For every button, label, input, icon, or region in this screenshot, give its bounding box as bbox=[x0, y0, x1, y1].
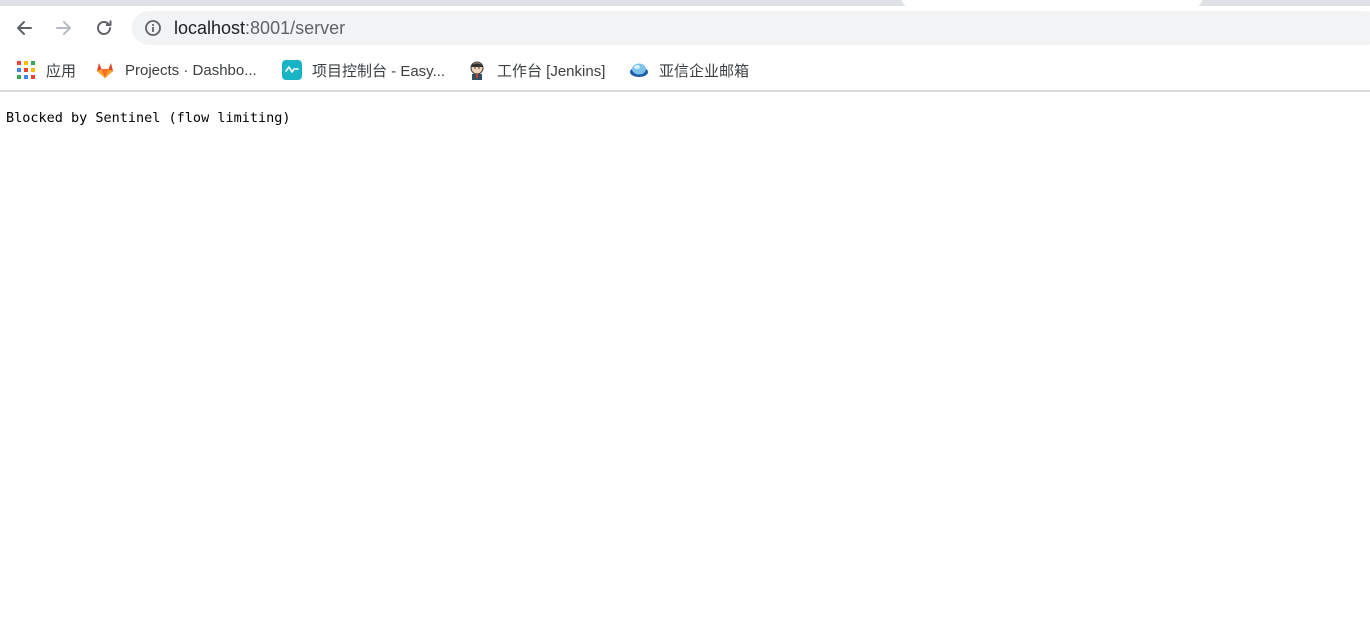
gitlab-icon bbox=[95, 60, 115, 80]
bookmark-jenkins[interactable]: 工作台 [Jenkins] bbox=[467, 58, 605, 82]
apps-grid-icon bbox=[16, 60, 36, 80]
reload-button[interactable] bbox=[87, 11, 121, 45]
browser-toolbar: localhost:8001/server bbox=[0, 6, 1370, 50]
address-host: localhost bbox=[174, 18, 246, 38]
bookmark-label: 应用 bbox=[46, 62, 77, 80]
bookmark-label: 亚信企业邮箱 bbox=[659, 62, 750, 80]
easy-app-icon bbox=[282, 60, 302, 80]
bookmark-mail[interactable]: 亚信企业邮箱 bbox=[629, 58, 749, 82]
browser-window: localhost:8001/server 应用 Projects · Dash… bbox=[0, 0, 1370, 633]
bookmark-easy-console[interactable]: 项目控制台 - Easy... bbox=[282, 58, 445, 82]
blocked-message: Blocked by Sentinel (flow limiting) bbox=[6, 110, 291, 126]
bookmark-label: Projects · Dashbo... bbox=[125, 61, 257, 79]
page-content: Blocked by Sentinel (flow limiting) bbox=[0, 92, 1370, 633]
bookmark-label: 项目控制台 - Easy... bbox=[312, 62, 446, 80]
arrow-left-icon bbox=[17, 21, 32, 35]
mail-icon bbox=[629, 60, 649, 80]
bookmark-label: 工作台 [Jenkins] bbox=[497, 62, 606, 80]
jenkins-icon bbox=[467, 60, 487, 80]
bookmark-apps[interactable]: 应用 bbox=[16, 58, 76, 82]
back-button[interactable] bbox=[7, 11, 41, 45]
arrow-right-icon bbox=[56, 21, 71, 35]
address-path: :8001/server bbox=[245, 18, 346, 38]
reload-icon bbox=[97, 20, 112, 35]
bookmark-projects-dashboard[interactable]: Projects · Dashbo... bbox=[95, 58, 257, 82]
address-bar[interactable]: localhost:8001/server bbox=[132, 11, 1370, 45]
info-icon[interactable] bbox=[144, 19, 162, 37]
forward-button[interactable] bbox=[47, 11, 81, 45]
bookmarks-bar: 应用 Projects · Dashbo... 项目控制台 - Easy... … bbox=[0, 50, 1370, 92]
address-text[interactable]: localhost:8001/server bbox=[174, 18, 345, 38]
